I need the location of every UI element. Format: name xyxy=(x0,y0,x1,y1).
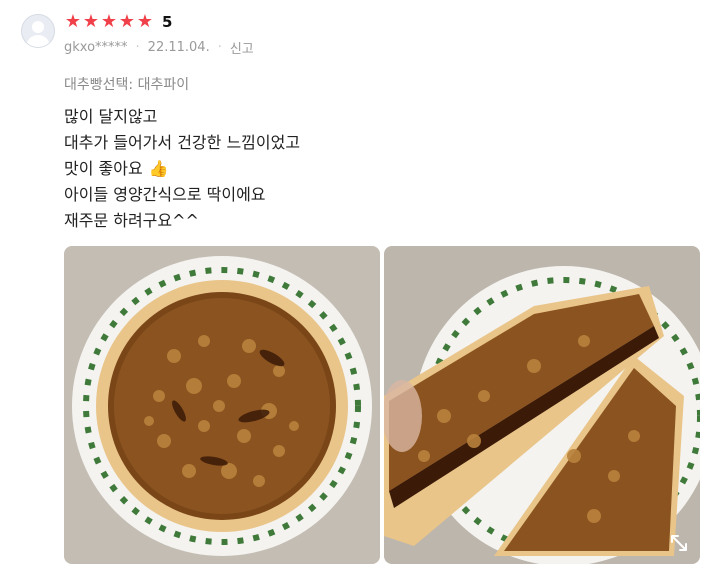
star-icon: ★ xyxy=(136,11,154,32)
star-icon: ★ xyxy=(118,11,136,32)
review-text: 많이 달지않고 대추가 들어가서 건강한 느낌이었고 맛이 좋아요 👍 아이들 영… xyxy=(64,104,300,234)
review-line: 맛이 좋아요 xyxy=(64,159,143,178)
review-line: 대추가 들어가서 건강한 느낌이었고 xyxy=(64,133,301,152)
review-line-with-emoji: 맛이 좋아요 👍 xyxy=(64,156,300,182)
rating-value: 5 xyxy=(162,13,173,31)
review-meta: gkxo***** · 22.11.04. · 신고 xyxy=(64,38,254,57)
review-line: 재주문 하려구요^^ xyxy=(64,211,199,230)
review-photo-1[interactable] xyxy=(64,246,380,564)
user-avatar-icon xyxy=(21,14,55,48)
review-photo-2[interactable] xyxy=(384,246,700,564)
meta-divider: · xyxy=(217,40,222,55)
rating-stars: ★ ★ ★ ★ ★ 5 xyxy=(64,11,173,32)
star-icon: ★ xyxy=(100,11,118,32)
report-button[interactable]: 신고 xyxy=(230,38,254,57)
meta-divider: · xyxy=(135,40,140,55)
thumbs-up-icon: 👍 xyxy=(148,159,169,178)
purchase-option: 대추빵선택: 대추파이 xyxy=(64,77,190,93)
review-line: 아이들 영양간식으로 딱이에요 xyxy=(64,185,266,204)
star-icon: ★ xyxy=(64,11,82,32)
expand-icon[interactable] xyxy=(668,532,690,554)
star-icon: ★ xyxy=(82,11,100,32)
review-line: 많이 달지않고 xyxy=(64,107,158,126)
reviewer-name: gkxo***** xyxy=(64,40,128,55)
review-date: 22.11.04. xyxy=(147,40,210,55)
